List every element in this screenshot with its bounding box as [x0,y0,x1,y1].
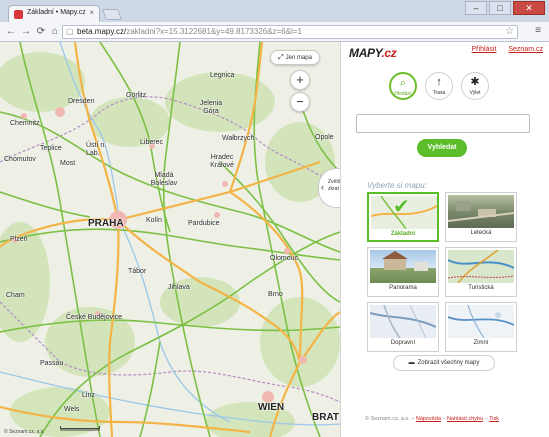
map-type-tourist[interactable]: Turistická [445,247,517,297]
map-canvas[interactable]: Dresden Görlitz Legnica Jelenia Góra Che… [0,42,340,437]
city-label: Jihlava [168,284,190,291]
menu-icon[interactable]: ≡ [535,25,541,36]
map-scale [60,426,100,429]
mode-search-button[interactable]: ⌕ Hledání [389,72,417,100]
print-link[interactable]: Tisk [489,416,499,422]
city-label: Olomouc [270,255,299,262]
map-type-heading: Vyberte si mapu: [367,181,427,190]
url-text: beta.mapy.cz/zakladni?x=15.3122681&y=49.… [77,27,302,36]
back-arrow-icon[interactable]: ← [4,25,18,39]
city-label: Jelenia Góra [199,100,223,115]
checkmark-icon: ✔ [393,196,410,218]
mode-route-button[interactable]: ↑ Trasa [425,72,453,100]
browser-toolbar: ← → ⟳ ⌂ ▢ beta.mapy.cz/zakladni?x=15.312… [0,22,549,42]
tab-close-icon[interactable]: × [89,8,94,17]
zoom-out-button[interactable]: − [290,92,310,112]
city-label: Opole [315,134,334,141]
minimize-button[interactable]: – [465,1,487,15]
city-label: Hradec Králové [210,154,234,169]
map-stack-icon: ▬ [408,360,415,366]
city-label: Görlitz [126,92,147,99]
city-label: Most [60,160,76,167]
traffic-thumbnail [370,305,436,338]
city-label: Plzeň [10,236,28,243]
reload-icon[interactable]: ⟳ [34,25,48,39]
aerial-thumbnail [448,195,514,228]
bookmark-star-icon[interactable]: ☆ [505,26,514,37]
expand-icon: ⤢ [278,54,284,61]
city-label: Chomutov [4,156,36,163]
search-input[interactable] [356,114,530,133]
close-window-button[interactable]: ✕ [513,1,545,15]
mode-switcher: ⌕ Hledání ↑ Trasa ✱ Výlet [389,72,489,100]
report-bug-link[interactable]: Nahlásit chybu [447,416,483,422]
city-label: Dresden [68,98,95,105]
map-type-panorama[interactable]: Panorama [367,247,439,297]
city-label: Pardubice [188,220,220,227]
tab-title: Základní • Mapy.cz [27,9,86,16]
map-copyright: © Seznam.cz, a.s. [4,429,45,435]
side-panel: MAPY.cz Přihlásit Seznam.cz ⌕ Hledání ↑ … [340,42,549,437]
forward-arrow-icon[interactable]: → [19,25,33,39]
city-label: Cham [6,292,25,299]
map-type-winter[interactable]: Zimní [445,302,517,352]
trip-star-icon: ✱ [470,76,480,88]
title-bar: Základní • Mapy.cz × – □ ✕ [0,0,549,23]
zoom-in-button[interactable]: + [290,70,310,90]
seznam-link[interactable]: Seznam.cz [508,46,543,53]
window-controls: – □ ✕ [465,1,545,15]
winter-thumbnail [448,305,514,338]
city-label: České Budějovice [66,314,123,321]
collapse-tab-label: Zvětšit zkrat [328,179,340,192]
panel-footer: © Seznam.cz, a.s. – Nápověda – Nahlásit … [365,416,500,422]
map-graphics [0,42,340,437]
city-label: Kolín [146,217,162,224]
city-label: Wels [64,406,80,413]
city-label-capital: WIEN [258,402,285,413]
tourist-thumbnail [448,250,514,283]
address-bar[interactable]: ▢ beta.mapy.cz/zakladni?x=15.3122681&y=4… [62,25,518,39]
city-label-capital: BRAT [312,412,340,423]
city-label: Wałbrzych [222,135,255,142]
city-label: Brno [268,291,283,298]
city-label: Legnica [210,72,235,79]
top-links: Přihlásit Seznam.cz [462,46,543,53]
route-arrow-icon: ↑ [436,76,442,88]
panorama-thumbnail [370,250,436,283]
city-label: Chemnitz [10,120,40,127]
mode-trip-button[interactable]: ✱ Výlet [461,72,489,100]
home-icon[interactable]: ⌂ [48,25,62,39]
city-label: Liberec [140,139,163,146]
city-label: Mladá Boleslav [150,172,178,187]
city-label: Tábor [128,268,147,275]
city-label: Ústí n. Lab. [86,142,107,157]
map-type-traffic[interactable]: Dopravní [367,302,439,352]
help-link[interactable]: Nápověda [416,416,441,422]
full-map-button[interactable]: ⤢ Jen mapa [270,50,320,65]
city-label: Teplice [40,145,62,152]
chevron-left-icon: ‹ [321,182,324,192]
browser-tab[interactable]: Základní • Mapy.cz × [8,5,100,23]
city-label: Passau [40,360,64,367]
show-all-maps-button[interactable]: ▬ Zobrazit všechny mapy [393,355,495,371]
maximize-button[interactable]: □ [489,1,511,15]
map-type-aerial[interactable]: Letecká [445,192,517,242]
login-link[interactable]: Přihlásit [472,46,497,53]
search-icon: ⌕ [399,77,407,89]
new-tab-button[interactable] [101,9,123,20]
favicon-icon [14,10,23,19]
browser-window: Základní • Mapy.cz × – □ ✕ ← → ⟳ ⌂ ▢ bet… [0,0,549,437]
map-type-basic[interactable]: ✔ Základní [367,192,439,242]
search-button[interactable]: Vyhledat [417,139,467,157]
page-icon: ▢ [66,27,74,36]
city-label-capital: PRAHA [88,218,124,229]
mapy-logo[interactable]: MAPY.cz [349,46,397,60]
city-label: Linz [82,392,95,399]
